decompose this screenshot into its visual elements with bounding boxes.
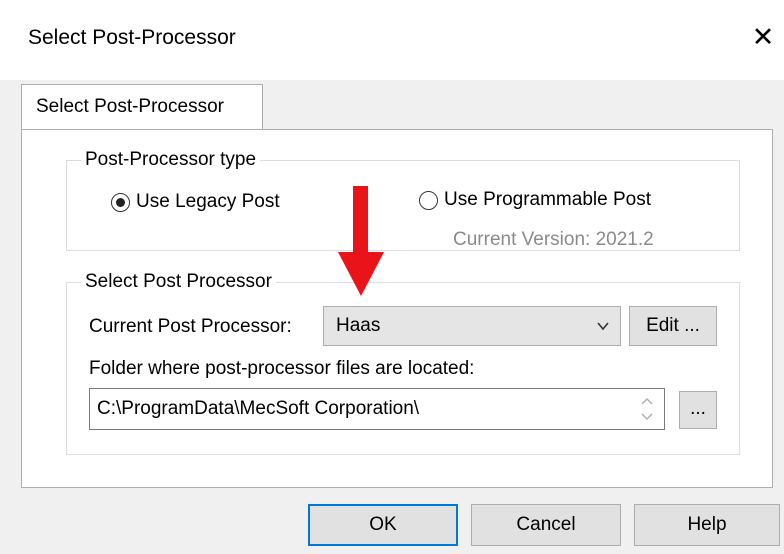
tab-label: Select Post-Processor [36, 96, 224, 117]
radio-checked-icon [111, 192, 130, 212]
tab-panel: Post-Processor type Use Legacy Post Use … [21, 129, 773, 488]
legacy-post-radio[interactable]: Use Legacy Post [111, 191, 280, 213]
help-button[interactable]: Help [634, 504, 780, 546]
folder-path-value: C:\ProgramData\MecSoft Corporation\ [97, 398, 420, 419]
programmable-post-label: Use Programmable Post [444, 189, 651, 210]
current-post-processor-label: Current Post Processor: [89, 316, 292, 337]
post-processor-value: Haas [336, 315, 381, 336]
browse-folder-button[interactable]: ... [679, 391, 717, 429]
close-icon[interactable]: ✕ [748, 22, 778, 52]
post-processor-dropdown[interactable]: Haas [323, 306, 621, 346]
window-title: Select Post-Processor [28, 26, 236, 49]
group-label: Post-Processor type [81, 149, 261, 171]
cancel-button[interactable]: Cancel [471, 504, 621, 546]
post-processor-type-group: Post-Processor type Use Legacy Post Use … [66, 149, 740, 251]
red-arrow-annotation [338, 186, 384, 296]
folder-label: Folder where post-processor files are lo… [89, 358, 475, 379]
radio-unchecked-icon [419, 190, 438, 210]
title-bar: Select Post-Processor ✕ [0, 0, 784, 80]
group-label: Select Post Processor [81, 271, 276, 293]
chevron-down-icon [597, 322, 609, 331]
programmable-post-radio[interactable]: Use Programmable Post [419, 189, 651, 211]
folder-path-input[interactable]: C:\ProgramData\MecSoft Corporation\ [89, 388, 665, 430]
select-post-processor-group: Select Post Processor Current Post Proce… [66, 271, 740, 455]
legacy-post-label: Use Legacy Post [136, 191, 280, 212]
spin-arrows-icon[interactable] [634, 392, 660, 426]
tab-select-post-processor[interactable]: Select Post-Processor [21, 84, 263, 130]
edit-button[interactable]: Edit ... [629, 306, 717, 346]
ok-button[interactable]: OK [308, 504, 458, 546]
current-version-text: Current Version: 2021.2 [453, 229, 654, 250]
